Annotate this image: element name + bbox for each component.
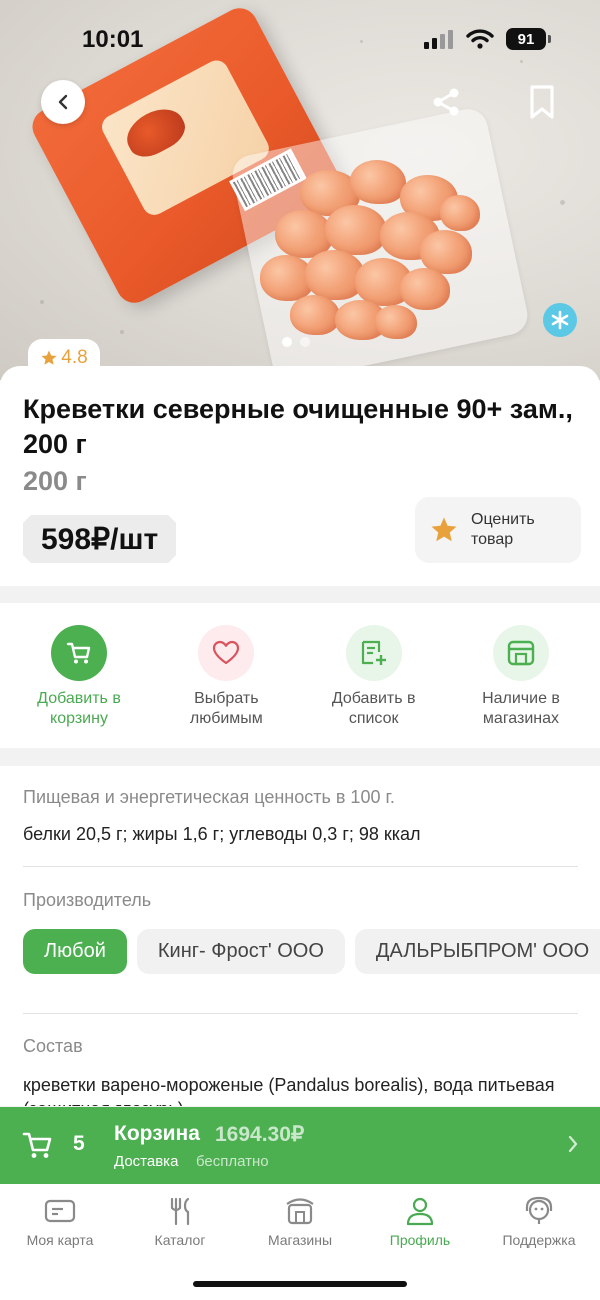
profile-icon <box>406 1197 434 1226</box>
frozen-badge <box>543 303 577 337</box>
tab-bar: Моя карта Каталог Магазины Профиль Подде… <box>0 1184 600 1300</box>
add-to-cart-button[interactable]: Добавить в корзину <box>14 625 144 748</box>
support-icon <box>525 1196 553 1224</box>
cart-total: 1694.30₽ <box>215 1123 305 1146</box>
snowflake-icon <box>551 310 569 330</box>
cart-circle <box>51 625 107 681</box>
chevron-right-icon <box>568 1135 578 1153</box>
battery-level: 91 <box>517 30 535 48</box>
image-pagination <box>282 337 310 347</box>
price-tag: 598₽/шт <box>23 515 176 563</box>
nutrition-value: белки 20,5 г; жиры 1,6 г; углеводы 0,3 г… <box>23 824 421 844</box>
bookmark-button[interactable] <box>520 80 564 124</box>
chevron-left-icon <box>58 94 68 110</box>
price-value: 598₽/шт <box>41 522 159 556</box>
divider <box>23 1013 578 1014</box>
share-button[interactable] <box>424 80 468 124</box>
star-icon <box>41 350 57 365</box>
delivery-label: Доставка <box>114 1153 179 1170</box>
home-indicator <box>193 1281 407 1287</box>
add-list-icon <box>361 640 386 665</box>
store-icon <box>507 640 535 666</box>
tab-label: Поддержка <box>502 1232 576 1248</box>
battery-icon: 91 <box>506 28 551 50</box>
pagination-dot <box>300 337 310 347</box>
product-details: Пищевая и энергетическая ценность в 100 … <box>0 766 600 1106</box>
tab-stores[interactable]: Магазины <box>245 1196 355 1248</box>
tab-profile[interactable]: Профиль <box>365 1196 475 1248</box>
manufacturer-chip[interactable]: Любой <box>23 929 127 974</box>
cart-icon <box>22 1132 52 1158</box>
product-title: Креветки северные очищенные 90+ зам., 20… <box>23 394 573 459</box>
cart-title: Корзина <box>114 1122 200 1145</box>
rate-product-button[interactable]: Оценить товар <box>415 497 581 563</box>
status-icons: 91 <box>424 28 551 50</box>
manufacturer-chip[interactable]: ДАЛЬРЫБПРОМ' ООО <box>354 929 600 974</box>
tab-label: Каталог <box>154 1232 206 1248</box>
action-row: Добавить в корзину Выбрать любимым Добав… <box>0 603 600 748</box>
availability-button[interactable]: Наличие в магазинах <box>456 625 586 748</box>
divider <box>23 866 578 867</box>
product-weight: 200 г <box>23 466 87 496</box>
rate-label: Оценить товар <box>471 511 535 548</box>
add-to-list-label: Добавить в список <box>331 690 416 727</box>
product-image[interactable] <box>0 0 600 380</box>
star-icon <box>431 517 457 542</box>
add-to-cart-label: Добавить в корзину <box>37 690 121 727</box>
back-button[interactable] <box>41 80 85 124</box>
tab-label: Профиль <box>389 1232 451 1248</box>
store-icon <box>286 1198 314 1225</box>
delivery-value: бесплатно <box>196 1153 269 1170</box>
availability-label: Наличие в магазинах <box>482 690 560 727</box>
bookmark-icon <box>530 85 554 119</box>
share-icon <box>433 88 459 116</box>
nutrition-label: Пищевая и энергетическая ценность в 100 … <box>23 787 395 807</box>
tab-support[interactable]: Поддержка <box>484 1196 594 1248</box>
manufacturer-chip[interactable]: Кинг- Фрост' ООО <box>136 929 345 974</box>
cutlery-icon <box>170 1197 190 1226</box>
cart-count: 5 <box>73 1132 85 1155</box>
signal-icon <box>424 30 453 49</box>
store-circle <box>492 625 549 681</box>
composition-label: Состав <box>23 1036 83 1056</box>
pagination-dot <box>282 337 292 347</box>
manufacturer-label: Производитель <box>23 890 152 910</box>
status-time: 10:01 <box>82 26 144 53</box>
cart-icon <box>66 642 91 664</box>
favorite-label: Выбрать любимым <box>189 690 263 727</box>
favorite-button[interactable]: Выбрать любимым <box>161 625 291 748</box>
tab-label: Моя карта <box>26 1232 94 1248</box>
list-circle <box>345 625 402 681</box>
tab-catalog[interactable]: Каталог <box>125 1196 235 1248</box>
card-icon <box>44 1199 76 1223</box>
composition-value: креветки варено-мороженые (Pandalus bore… <box>23 1075 555 1106</box>
product-card: Креветки северные очищенные 90+ зам., 20… <box>0 366 600 586</box>
cart-bar[interactable]: 5 Корзина 1694.30₽ Доставка бесплатно <box>0 1107 600 1184</box>
tab-my-card[interactable]: Моя карта <box>5 1196 115 1248</box>
manufacturer-chips: Любой Кинг- Фрост' ООО ДАЛЬРЫБПРОМ' ООО <box>23 929 600 974</box>
add-to-list-button[interactable]: Добавить в список <box>309 625 439 748</box>
wifi-icon <box>466 29 494 49</box>
heart-icon <box>213 640 240 665</box>
heart-circle <box>198 625 255 681</box>
tab-label: Магазины <box>267 1232 333 1248</box>
